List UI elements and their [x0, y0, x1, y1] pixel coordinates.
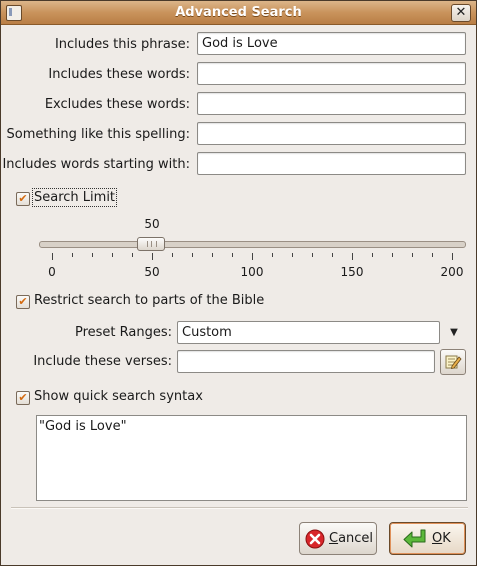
cancel-label: Cancel: [329, 531, 374, 546]
slider-tick: [72, 253, 73, 257]
slider-tick: [272, 253, 273, 257]
slider-value: 50: [144, 217, 160, 231]
tick-label-200: 200: [440, 265, 464, 279]
slider-tick: [332, 253, 333, 257]
starting-with-input[interactable]: [197, 152, 466, 175]
include-words-label: Includes these words:: [48, 67, 190, 82]
slider-tick: [352, 253, 353, 260]
slider-tick: [92, 253, 93, 257]
search-limit-slider-thumb[interactable]: [137, 237, 165, 251]
slider-tick: [452, 253, 453, 260]
search-limit-slider-track[interactable]: [39, 241, 466, 248]
ok-label: OK: [432, 531, 451, 546]
slider-tick: [232, 253, 233, 257]
slider-tick: [292, 253, 293, 257]
edit-pencil-icon: [445, 355, 462, 370]
tick-label-0: 0: [48, 265, 56, 279]
quick-syntax-textarea[interactable]: "God is Love": [36, 415, 467, 501]
slider-tick: [252, 253, 253, 260]
phrase-input[interactable]: God is Love: [197, 32, 466, 55]
cancel-icon: [305, 529, 325, 549]
tick-label-50: 50: [144, 265, 160, 279]
include-words-input[interactable]: [197, 62, 466, 85]
slider-tick: [132, 253, 133, 257]
restrict-checkbox[interactable]: ✔: [16, 295, 30, 309]
include-verses-label: Include these verses:: [33, 354, 172, 369]
slider-tick: [212, 253, 213, 257]
slider-tick: [392, 253, 393, 257]
chevron-down-icon[interactable]: ▼: [443, 322, 465, 343]
ok-button[interactable]: OK: [389, 522, 466, 555]
starting-with-label: Includes words starting with:: [2, 157, 190, 172]
advanced-search-dialog: Advanced Search ✕ Includes this phrase: …: [0, 0, 477, 566]
checkmark-icon: ✔: [18, 295, 28, 308]
cancel-button[interactable]: Cancel: [299, 522, 377, 555]
search-limit-label[interactable]: Search Limit: [31, 188, 118, 207]
window-title: Advanced Search: [175, 5, 302, 20]
checkmark-icon: ✔: [18, 391, 28, 404]
exclude-words-label: Excludes these words:: [44, 97, 190, 112]
slider-tick: [172, 253, 173, 257]
phrase-label: Includes this phrase:: [54, 37, 190, 52]
preset-ranges-label: Preset Ranges:: [74, 325, 172, 340]
restrict-label[interactable]: Restrict search to parts of the Bible: [34, 293, 264, 308]
preset-ranges-combo[interactable]: Custom ▼: [177, 321, 467, 344]
tick-label-150: 150: [340, 265, 364, 279]
exclude-words-input[interactable]: [197, 92, 466, 115]
spelling-label: Something like this spelling:: [6, 127, 190, 142]
spelling-input[interactable]: [197, 122, 466, 145]
slider-tick: [52, 253, 53, 260]
slider-tick: [372, 253, 373, 257]
checkmark-icon: ✔: [18, 192, 28, 205]
quick-syntax-checkbox[interactable]: ✔: [16, 391, 30, 405]
quick-syntax-label[interactable]: Show quick search syntax: [34, 389, 203, 404]
include-verses-input[interactable]: [177, 350, 435, 373]
slider-tick: [192, 253, 193, 257]
slider-tick: [412, 253, 413, 257]
close-icon: ✕: [455, 5, 467, 20]
slider-tick: [112, 253, 113, 257]
button-separator: [11, 507, 468, 509]
slider-tick: [152, 253, 153, 260]
slider-tick: [432, 253, 433, 257]
search-limit-checkbox[interactable]: ✔: [16, 192, 30, 206]
tick-label-100: 100: [240, 265, 264, 279]
ok-arrow-icon: [403, 529, 426, 548]
slider-tick: [312, 253, 313, 257]
edit-verses-button[interactable]: [440, 349, 466, 375]
close-button[interactable]: ✕: [451, 4, 471, 22]
preset-ranges-value[interactable]: Custom: [177, 321, 440, 344]
title-bar[interactable]: Advanced Search ✕: [1, 1, 476, 25]
